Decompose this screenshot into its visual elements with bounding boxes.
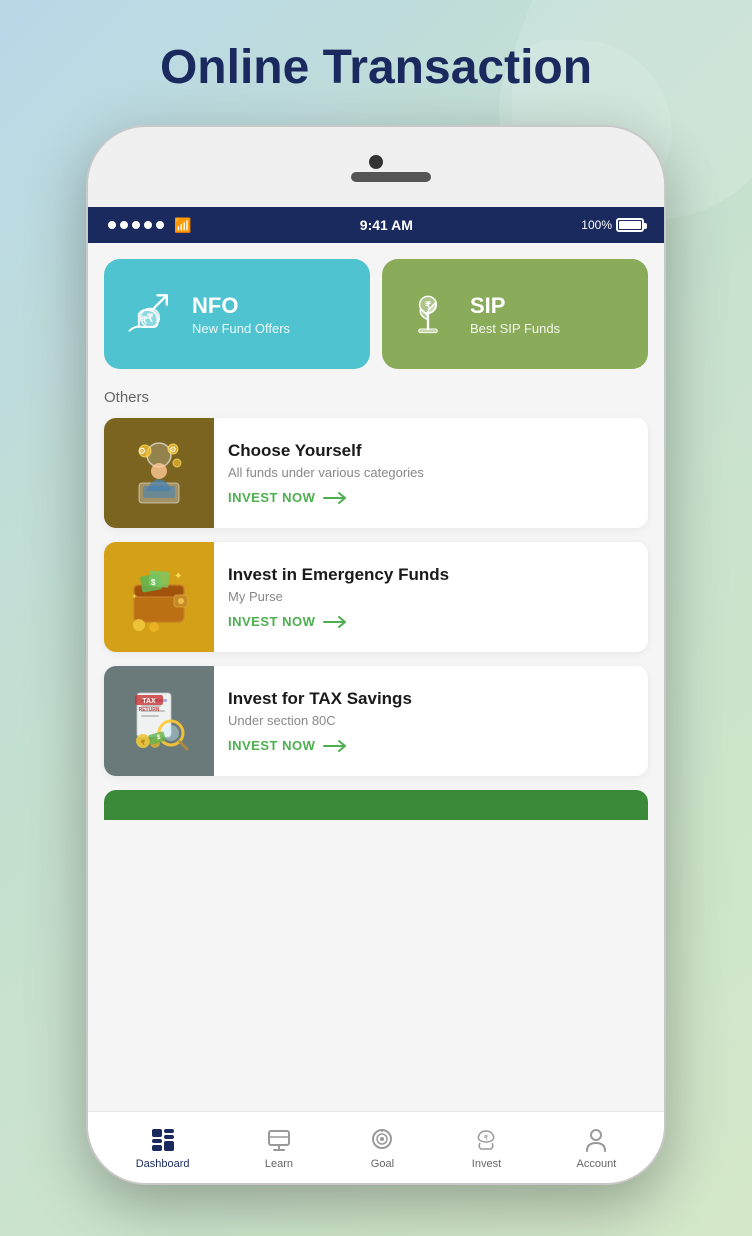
emergency-funds-image: $ ✦ ✦ <box>104 542 214 652</box>
speaker <box>351 172 431 182</box>
nav-dashboard-label: Dashboard <box>136 1158 190 1170</box>
signal-dot-5 <box>156 221 164 229</box>
silent-switch <box>86 287 88 327</box>
svg-text:⚙: ⚙ <box>138 446 146 456</box>
nav-invest[interactable]: ₹ Invest <box>472 1126 501 1170</box>
svg-text:RETURN: RETURN <box>139 707 160 713</box>
others-section-label: Others <box>104 389 648 406</box>
tax-savings-subtitle: Under section 80C <box>228 713 634 728</box>
svg-text:₹: ₹ <box>425 300 431 310</box>
invest-arrow-1 <box>323 491 347 505</box>
emergency-funds-subtitle: My Purse <box>228 589 634 604</box>
nav-account[interactable]: Account <box>577 1126 617 1170</box>
emergency-funds-body: Invest in Emergency Funds My Purse INVES… <box>214 542 648 652</box>
phone-top <box>88 127 664 207</box>
goal-icon <box>368 1126 396 1154</box>
invest-arrow-2 <box>323 615 347 629</box>
sip-text: SIP Best SIP Funds <box>470 293 560 336</box>
signal-dot-3 <box>132 221 140 229</box>
volume-down-button <box>86 427 88 487</box>
account-icon <box>582 1126 610 1154</box>
choose-yourself-subtitle: All funds under various categories <box>228 465 634 480</box>
power-button <box>664 327 666 387</box>
invest-arrow-3 <box>323 739 347 753</box>
svg-text:₹: ₹ <box>147 313 154 324</box>
sip-icon: ₹ <box>398 284 458 344</box>
svg-text:₹: ₹ <box>141 739 146 747</box>
tax-savings-body: Invest for TAX Savings Under section 80C… <box>214 666 648 776</box>
wifi-icon: 📶 <box>174 217 191 234</box>
signal-dot-2 <box>120 221 128 229</box>
choose-yourself-title: Choose Yourself <box>228 441 634 461</box>
nfo-text: NFO New Fund Offers <box>192 293 290 336</box>
dashboard-icon <box>149 1126 177 1154</box>
status-time: 9:41 AM <box>360 217 413 233</box>
nav-account-label: Account <box>577 1158 617 1170</box>
battery-icon <box>616 218 644 232</box>
tax-savings-card[interactable]: TAX RETURN ₹ $ <box>104 666 648 776</box>
svg-text:$: $ <box>151 578 156 587</box>
screen-content: ₹ ₹ NFO New Fund Offers <box>88 243 664 900</box>
nav-learn[interactable]: Learn <box>265 1126 293 1170</box>
nav-learn-label: Learn <box>265 1158 293 1170</box>
nav-invest-label: Invest <box>472 1158 501 1170</box>
choose-yourself-invest-btn[interactable]: INVEST NOW <box>228 490 634 505</box>
svg-text:✦: ✦ <box>174 571 182 582</box>
tax-savings-invest-btn[interactable]: INVEST NOW <box>228 738 634 753</box>
partial-card[interactable] <box>104 790 648 820</box>
bottom-nav: Dashboard Learn <box>88 1111 664 1183</box>
nav-goal-label: Goal <box>371 1158 394 1170</box>
page-title: Online Transaction <box>160 40 592 95</box>
emergency-funds-card[interactable]: $ ✦ ✦ Invest in Emergency Funds My Purse… <box>104 542 648 652</box>
svg-text:⚙: ⚙ <box>169 445 176 454</box>
signal-dots: 📶 <box>108 217 191 234</box>
svg-text:✦: ✦ <box>131 592 138 601</box>
invest-icon: ₹ <box>472 1126 500 1154</box>
signal-dot-1 <box>108 221 116 229</box>
emergency-funds-invest-btn[interactable]: INVEST NOW <box>228 614 634 629</box>
status-battery: 100% <box>581 218 644 232</box>
learn-icon <box>265 1126 293 1154</box>
svg-text:₹: ₹ <box>484 1134 489 1142</box>
battery-fill <box>619 221 641 229</box>
camera <box>369 155 383 169</box>
phone-frame: 📶 9:41 AM 100% <box>86 125 666 1185</box>
sip-subtitle: Best SIP Funds <box>470 321 560 336</box>
nav-goal[interactable]: Goal <box>368 1126 396 1170</box>
choose-yourself-body: Choose Yourself All funds under various … <box>214 418 648 528</box>
nfo-icon: ₹ ₹ <box>120 284 180 344</box>
battery-percent: 100% <box>581 218 612 232</box>
svg-text:TAX: TAX <box>142 698 156 705</box>
status-bar: 📶 9:41 AM 100% <box>88 207 664 243</box>
sip-title: SIP <box>470 293 560 319</box>
emergency-funds-title: Invest in Emergency Funds <box>228 565 634 585</box>
choose-yourself-card[interactable]: ⚙ ⚙ Choose Yourself All funds under vari… <box>104 418 648 528</box>
top-cards-row: ₹ ₹ NFO New Fund Offers <box>104 259 648 369</box>
nfo-card[interactable]: ₹ ₹ NFO New Fund Offers <box>104 259 370 369</box>
phone-screen[interactable]: ₹ ₹ NFO New Fund Offers <box>88 243 664 1183</box>
volume-up-button <box>86 347 88 407</box>
choose-yourself-image: ⚙ ⚙ <box>104 418 214 528</box>
signal-dot-4 <box>144 221 152 229</box>
sip-card[interactable]: ₹ SIP Best SIP Funds <box>382 259 648 369</box>
nfo-title: NFO <box>192 293 290 319</box>
nfo-subtitle: New Fund Offers <box>192 321 290 336</box>
tax-savings-image: TAX RETURN ₹ $ <box>104 666 214 776</box>
tax-savings-title: Invest for TAX Savings <box>228 689 634 709</box>
nav-dashboard[interactable]: Dashboard <box>136 1126 190 1170</box>
